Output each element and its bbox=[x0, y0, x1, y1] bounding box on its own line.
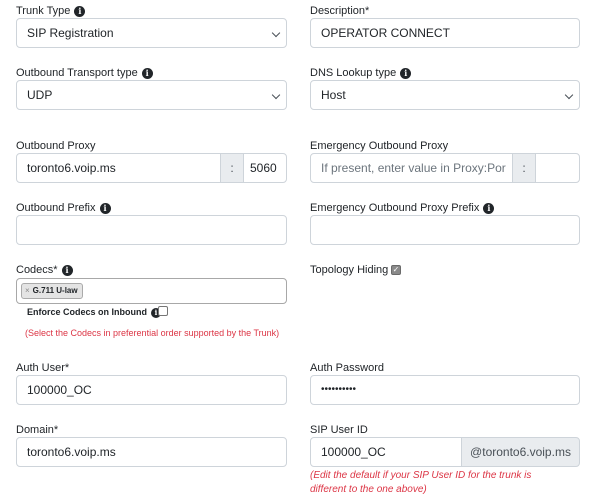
proxy-port-separator: : bbox=[220, 153, 244, 183]
remove-x-icon[interactable]: × bbox=[25, 286, 30, 295]
sip-user-id-label: SIP User ID bbox=[310, 424, 368, 436]
auth-password-label: Auth Password bbox=[310, 362, 384, 374]
sip-user-id-hint-line1: (Edit the default if your SIP User ID fo… bbox=[310, 470, 532, 481]
emergency-proxy-label: Emergency Outbound Proxy bbox=[310, 140, 449, 152]
outbound-transport-select[interactable]: UDP bbox=[16, 80, 287, 110]
topology-hiding-checkbox[interactable]: ✓ bbox=[391, 265, 401, 275]
dns-lookup-select[interactable]: Host bbox=[310, 80, 580, 110]
info-icon: i bbox=[400, 68, 412, 79]
chevron-down-icon bbox=[564, 90, 574, 100]
outbound-prefix-label: Outbound Prefix i bbox=[16, 202, 111, 215]
codecs-hint: (Select the Codecs in preferential order… bbox=[25, 328, 280, 338]
trunk-type-label: Trunk Type i bbox=[16, 5, 86, 18]
enforce-codecs-checkbox[interactable] bbox=[158, 306, 168, 316]
codecs-multiselect[interactable]: × G.711 U-law bbox=[16, 278, 287, 304]
domain-input[interactable]: toronto6.voip.ms bbox=[16, 437, 287, 467]
info-icon: i bbox=[141, 68, 153, 79]
auth-password-input[interactable]: •••••••••• bbox=[310, 375, 580, 405]
info-icon: i bbox=[74, 6, 86, 17]
emergency-prefix-input[interactable] bbox=[310, 215, 580, 245]
outbound-proxy-label: Outbound Proxy bbox=[16, 140, 96, 152]
info-icon: i bbox=[61, 265, 73, 276]
emergency-port-separator: : bbox=[512, 153, 536, 183]
topology-hiding-label: Topology Hiding bbox=[310, 264, 389, 276]
outbound-proxy-host-input[interactable]: toronto6.voip.ms bbox=[16, 153, 221, 183]
codecs-label: Codecs* i bbox=[16, 264, 73, 277]
emergency-prefix-label: Emergency Outbound Proxy Prefix i bbox=[310, 202, 495, 215]
enforce-codecs-label: Enforce Codecs on Inbound i bbox=[27, 306, 162, 319]
checkmark-icon: ✓ bbox=[392, 265, 400, 274]
domain-label: Domain* bbox=[16, 424, 59, 436]
emergency-proxy-port-input[interactable] bbox=[535, 153, 580, 183]
description-input[interactable]: OPERATOR CONNECT bbox=[310, 18, 580, 48]
outbound-transport-label: Outbound Transport type i bbox=[16, 67, 153, 80]
auth-user-input[interactable]: 100000_OC bbox=[16, 375, 287, 405]
dns-lookup-label: DNS Lookup type i bbox=[310, 67, 412, 80]
sip-user-id-input[interactable]: 100000_OC bbox=[310, 437, 462, 467]
outbound-prefix-input[interactable] bbox=[16, 215, 287, 245]
info-icon: i bbox=[483, 203, 495, 214]
codec-chip[interactable]: × G.711 U-law bbox=[21, 283, 83, 299]
chevron-down-icon bbox=[271, 90, 281, 100]
outbound-proxy-port-input[interactable]: 5060 bbox=[243, 153, 287, 183]
emergency-proxy-host-input[interactable]: If present, enter value in Proxy:Por bbox=[310, 153, 513, 183]
trunk-type-select[interactable]: SIP Registration bbox=[16, 18, 287, 48]
info-icon: i bbox=[99, 203, 111, 214]
auth-user-label: Auth User* bbox=[16, 362, 70, 374]
sip-user-id-hint-line2: different to the one above) bbox=[310, 484, 427, 495]
chevron-down-icon bbox=[271, 28, 281, 38]
description-label: Description* bbox=[310, 5, 370, 17]
sip-domain-suffix: @toronto6.voip.ms bbox=[461, 437, 580, 467]
